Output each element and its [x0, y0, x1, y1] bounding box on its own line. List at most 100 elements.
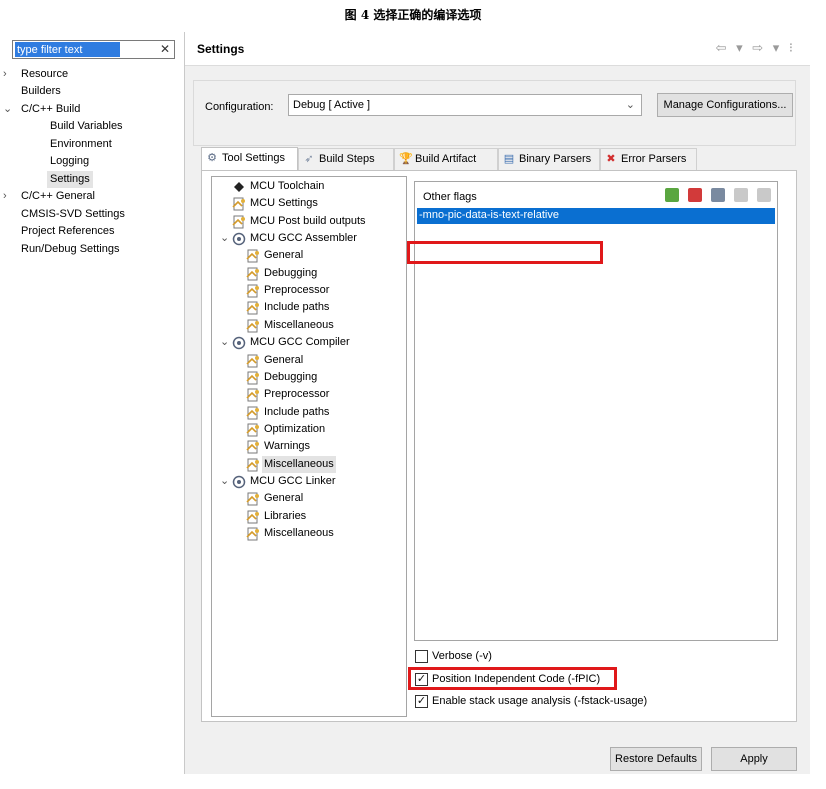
tool-icon — [232, 475, 246, 489]
error-icon: ✖ — [606, 153, 616, 165]
tree-item-label: MCU Toolchain — [250, 180, 325, 192]
nav-item[interactable]: › Resource — [0, 66, 184, 83]
nav-item[interactable]: Logging — [0, 153, 184, 170]
chevron-right-icon[interactable]: › — [3, 66, 7, 83]
tab-label: Error Parsers — [621, 153, 687, 165]
settings-page-icon — [246, 492, 260, 506]
nav-item[interactable]: Build Variables — [0, 118, 184, 135]
tree-item-label: MCU GCC Compiler — [250, 336, 350, 349]
tree-item-label: Miscellaneous — [264, 318, 334, 331]
nav-item-label: Builders — [21, 85, 61, 98]
chevron-right-icon[interactable]: › — [3, 188, 7, 205]
nav-item[interactable]: › C/C++ General — [0, 188, 184, 205]
tree-item[interactable]: ⌄ MCU GCC Assembler — [212, 230, 406, 247]
tree-item[interactable]: Include paths — [212, 299, 406, 316]
nav-item-label: Run/Debug Settings — [21, 242, 120, 255]
tree-item-label: Optimization — [264, 422, 326, 435]
build-steps-icon: ➶ — [304, 153, 314, 165]
filter-input[interactable] — [15, 42, 120, 57]
flag-item[interactable]: -mno-pic-data-is-text-relative — [417, 208, 775, 224]
nav-item[interactable]: CMSIS-SVD Settings — [0, 206, 184, 223]
tree-item-label: MCU Post build outputs — [250, 214, 366, 227]
chevron-down-icon[interactable]: ⌄ — [220, 334, 229, 351]
tree-item-label: General — [264, 492, 304, 505]
tab-error-parsers[interactable]: ✖ Error Parsers — [600, 148, 697, 170]
chevron-down-icon[interactable]: ⌄ — [220, 473, 229, 490]
nav-item-label: C/C++ General — [21, 190, 95, 203]
tree-item[interactable]: Optimization — [212, 421, 406, 438]
nav-item[interactable]: Builders — [0, 83, 184, 100]
settings-page-icon — [246, 267, 260, 281]
fpic-highlight-box — [408, 667, 617, 690]
tree-item-label: Include paths — [264, 405, 330, 418]
tab-build-steps[interactable]: ➶ Build Steps — [298, 148, 394, 170]
nav-item[interactable]: Environment — [0, 136, 184, 153]
tree-item[interactable]: Miscellaneous — [212, 455, 406, 473]
binary-icon: ▤ — [503, 153, 515, 165]
edit-icon[interactable] — [710, 188, 725, 202]
tree-item[interactable]: MCU Post build outputs — [212, 213, 406, 230]
tree-item-label: Warnings — [264, 440, 311, 453]
settings-page-icon — [246, 371, 260, 385]
manage-configurations-button[interactable]: Manage Configurations... — [657, 93, 793, 117]
tree-item[interactable]: Debugging — [212, 369, 406, 386]
tree-item-label: Preprocessor — [264, 284, 330, 297]
restore-defaults-button[interactable]: Restore Defaults — [610, 747, 702, 771]
tab-tool-settings[interactable]: ⚙ Tool Settings — [201, 147, 298, 171]
verbose-check-box[interactable] — [415, 650, 428, 663]
tree-item-label: Debugging — [264, 266, 318, 279]
nav-item[interactable]: Project References — [0, 223, 184, 240]
tab-build-artifact[interactable]: 🏆 Build Artifact — [394, 148, 498, 170]
move-down-icon[interactable] — [757, 188, 771, 202]
nav-item-label: C/C++ Build — [21, 102, 81, 115]
history-nav-icons[interactable]: ⇦ ▾ ⇨ ▾ ⁝ — [716, 40, 796, 56]
clear-filter-icon[interactable]: ✕ — [160, 42, 170, 56]
verbose-label: Verbose (-v) — [432, 650, 492, 662]
tree-item[interactable]: General — [212, 352, 406, 369]
tree-item[interactable]: Miscellaneous — [212, 317, 406, 334]
configuration-label: Configuration: — [205, 101, 274, 113]
tree-item[interactable]: General — [212, 490, 406, 507]
stack-usage-label: Enable stack usage analysis (-fstack-usa… — [432, 695, 648, 707]
tree-item[interactable]: MCU Settings — [212, 195, 406, 212]
chevron-down-icon[interactable]: ⌄ — [220, 230, 229, 247]
settings-page-icon — [246, 354, 260, 368]
settings-page: Settings ⇦ ▾ ⇨ ▾ ⁝ Configuration: Debug … — [185, 32, 810, 774]
settings-page-icon — [246, 510, 260, 524]
tree-item-label: Include paths — [264, 301, 330, 314]
chevron-down-icon[interactable]: ⌄ — [3, 101, 12, 118]
tree-item[interactable]: Preprocessor — [212, 386, 406, 403]
tree-item[interactable]: Include paths — [212, 404, 406, 421]
nav-item-label: Build Variables — [50, 120, 123, 133]
configuration-select[interactable]: Debug [ Active ] ⌄ — [288, 94, 642, 116]
apply-button[interactable]: Apply — [711, 747, 797, 771]
other-flags-title: Other flags — [423, 191, 477, 203]
delete-icon[interactable] — [687, 188, 702, 202]
add-icon[interactable] — [664, 188, 679, 202]
tree-item[interactable]: Miscellaneous — [212, 525, 406, 542]
tree-item[interactable]: Preprocessor — [212, 282, 406, 299]
tree-item[interactable]: ⌄ MCU GCC Linker — [212, 473, 406, 490]
settings-page-icon — [246, 388, 260, 402]
move-up-icon[interactable] — [733, 188, 748, 202]
tool-icon — [232, 336, 246, 350]
tree-item-label: MCU Settings — [250, 197, 318, 210]
stack-usage-check-box[interactable]: ✓ — [415, 695, 428, 708]
tab-label: Build Artifact — [415, 153, 477, 165]
settings-page-icon — [246, 301, 260, 315]
nav-item-label: CMSIS-SVD Settings — [21, 207, 125, 220]
tree-item[interactable]: MCU Toolchain — [212, 178, 406, 195]
nav-item[interactable]: ⌄ C/C++ Build — [0, 101, 184, 118]
settings-page-icon — [246, 284, 260, 298]
nav-item-label: Logging — [50, 155, 90, 168]
nav-item[interactable]: Settings — [0, 170, 184, 188]
tree-item[interactable]: General — [212, 247, 406, 264]
tree-item[interactable]: Debugging — [212, 265, 406, 282]
nav-item-label: Project References — [21, 225, 115, 238]
settings-page-icon — [246, 458, 260, 472]
tree-item[interactable]: ⌄ MCU GCC Compiler — [212, 334, 406, 351]
tree-item[interactable]: Warnings — [212, 438, 406, 455]
tree-item[interactable]: Libraries — [212, 508, 406, 525]
tab-binary-parsers[interactable]: ▤ Binary Parsers — [498, 148, 600, 170]
nav-item[interactable]: Run/Debug Settings — [0, 241, 184, 258]
